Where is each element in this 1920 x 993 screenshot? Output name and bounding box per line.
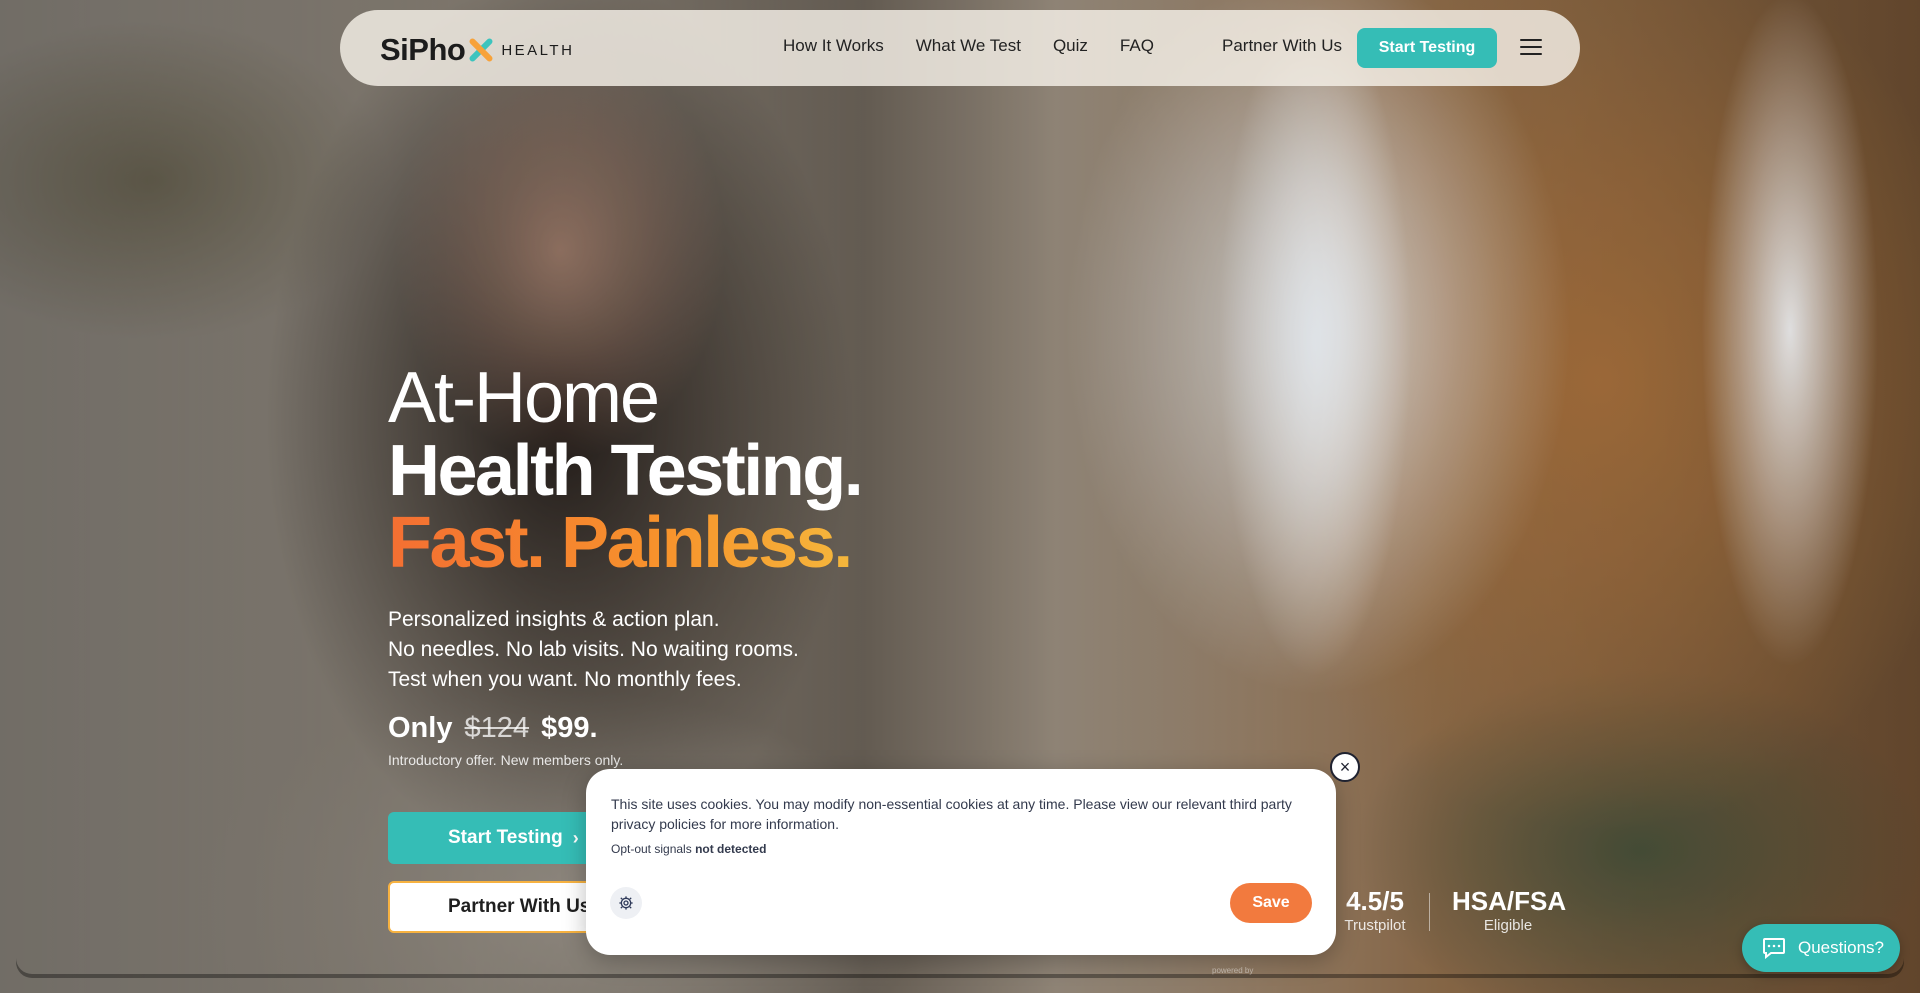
chat-widget-button[interactable]: Questions?: [1742, 924, 1900, 972]
hero-sub-line: Personalized insights & action plan.: [388, 608, 720, 631]
opt-out-label: Opt-out signals: [611, 842, 692, 856]
hero-title-line1: At-Home: [388, 358, 660, 438]
stat-label: Trustpilot: [1344, 917, 1406, 934]
nav-what-we-test[interactable]: What We Test: [916, 36, 1021, 56]
gear-icon[interactable]: [610, 887, 642, 919]
hero-sub-line: Test when you want. No monthly fees.: [388, 668, 742, 691]
hero-start-testing-button[interactable]: Start Testing ›: [388, 812, 610, 864]
hero-title-line2: Health Testing.: [388, 431, 864, 511]
cookie-message: This site uses cookies. You may modify n…: [611, 796, 1292, 832]
cookie-banner: This site uses cookies. You may modify n…: [586, 769, 1336, 955]
nav-quiz[interactable]: Quiz: [1053, 36, 1088, 56]
cookie-opt-out-status: Opt-out signals not detected: [611, 842, 766, 856]
cookie-save-button[interactable]: Save: [1230, 883, 1312, 923]
logo-x-icon: [467, 37, 495, 63]
stat-value: 4.5/5: [1346, 886, 1404, 916]
chat-bubble-icon: [1763, 938, 1785, 959]
hero-start-label: Start Testing: [448, 827, 563, 848]
hero-sub-line: No needles. No lab visits. No waiting ro…: [388, 638, 799, 661]
nav-partner-link[interactable]: Partner With Us: [1222, 36, 1342, 56]
stat-hsa-fsa: HSA/FSA Eligible: [1452, 886, 1567, 934]
chat-label: Questions?: [1798, 938, 1884, 957]
stat-value: HSA/FSA: [1452, 886, 1567, 916]
stat-trustpilot: 4.5/5 Trustpilot: [1343, 886, 1407, 934]
site-header: SiPho HEALTH How It Works What We Test Q…: [340, 10, 1580, 86]
nav-how-it-works[interactable]: How It Works: [783, 36, 884, 56]
logo-wordmark: SiPho: [380, 32, 466, 67]
close-icon[interactable]: ×: [1330, 752, 1360, 782]
hero-partner-label: Partner With Us: [448, 896, 591, 917]
header-start-testing-button[interactable]: Start Testing: [1357, 28, 1497, 68]
hero-subtitle: Personalized insights & action plan. No …: [388, 605, 799, 695]
stat-divider: [1429, 893, 1430, 931]
price-prefix: Only: [388, 712, 453, 744]
price-new: $99.: [541, 712, 598, 744]
price: Only $124 $99.: [388, 712, 598, 745]
powered-by-text: powered by: [1212, 966, 1254, 975]
stat-label: Eligible: [1483, 917, 1533, 934]
offer-note: Introductory offer. New members only.: [388, 752, 624, 768]
main-nav: How It Works What We Test Quiz FAQ: [783, 36, 1154, 56]
hamburger-icon[interactable]: [1520, 39, 1542, 55]
opt-out-value: not detected: [695, 842, 767, 856]
chevron-right-icon: ›: [572, 827, 579, 848]
price-old: $124: [464, 712, 530, 744]
logo[interactable]: SiPho HEALTH: [380, 32, 574, 68]
logo-health-text: HEALTH: [501, 41, 575, 59]
hero-partner-button[interactable]: Partner With Us: [388, 881, 610, 933]
hero-title-line3: Fast. Painless.: [388, 503, 853, 583]
nav-faq[interactable]: FAQ: [1120, 36, 1154, 56]
